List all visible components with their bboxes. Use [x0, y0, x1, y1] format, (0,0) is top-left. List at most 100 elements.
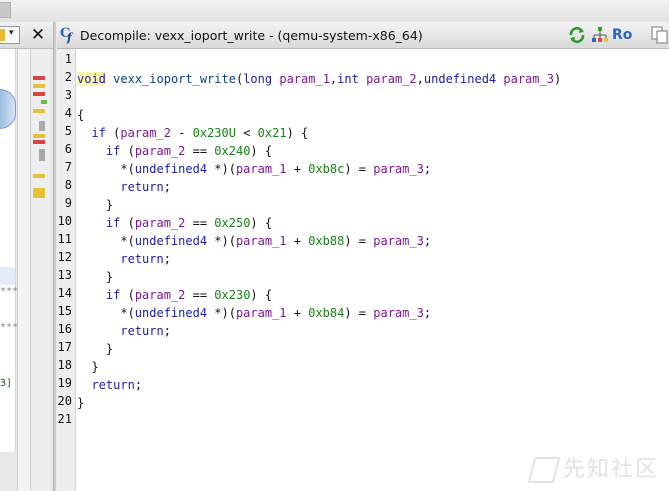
navigation-marker-bar[interactable] — [31, 49, 51, 491]
code-token[interactable]: ; — [164, 324, 171, 338]
marker[interactable] — [33, 140, 45, 144]
code-token[interactable]: param_2 — [120, 126, 171, 140]
code-token[interactable]: + — [287, 234, 309, 248]
code-token[interactable]: ; — [424, 306, 431, 320]
code-token[interactable]: } — [77, 360, 98, 374]
marker[interactable] — [33, 134, 45, 138]
code-token[interactable]: ) = — [344, 162, 373, 176]
code-token[interactable]: ) { — [250, 288, 272, 302]
marker[interactable] — [33, 92, 45, 96]
code-line[interactable]: void vexx_ioport_write(long param_1,int … — [77, 70, 561, 88]
code-token[interactable]: void — [77, 72, 106, 86]
code-token[interactable]: undefined4 — [135, 234, 207, 248]
code-token[interactable]: ( — [120, 144, 135, 158]
code-token[interactable] — [77, 252, 120, 266]
code-token[interactable]: ; — [424, 162, 431, 176]
marker[interactable] — [33, 84, 45, 88]
code-token[interactable]: + — [287, 162, 309, 176]
code-line[interactable]: if (param_2 == 0x240) { — [77, 142, 272, 160]
code-line[interactable]: { — [77, 106, 84, 124]
code-token[interactable]: *( — [77, 306, 134, 320]
code-token[interactable]: { — [77, 108, 84, 122]
code-token[interactable]: return — [120, 324, 163, 338]
code-token[interactable]: 0x21 — [258, 126, 287, 140]
code-line[interactable]: return; — [77, 250, 171, 268]
code-token[interactable]: param_2 — [135, 288, 186, 302]
decompiled-code[interactable]: void vexx_ioport_write(long param_1,int … — [76, 49, 669, 491]
code-token[interactable]: ) = — [344, 234, 373, 248]
code-line[interactable]: return; — [77, 178, 171, 196]
code-token[interactable]: param_3 — [373, 306, 424, 320]
code-token[interactable]: if — [106, 216, 120, 230]
copy-icon[interactable] — [651, 26, 669, 44]
marker[interactable] — [33, 109, 45, 113]
code-token[interactable]: ) { — [287, 126, 309, 140]
close-icon[interactable]: ✕ — [28, 25, 48, 45]
code-token[interactable]: 0xb84 — [308, 306, 344, 320]
code-token[interactable] — [77, 180, 120, 194]
code-token[interactable]: 0x230U — [193, 126, 236, 140]
code-token[interactable]: vexx_ioport_write — [113, 72, 236, 86]
code-line[interactable]: } — [77, 358, 98, 376]
code-line[interactable]: *(undefined4 *)(param_1 + 0xb88) = param… — [77, 232, 431, 250]
code-token[interactable]: 0x230 — [214, 288, 250, 302]
code-token[interactable]: ( — [120, 288, 135, 302]
code-line[interactable]: if (param_2 == 0x230) { — [77, 286, 272, 304]
left-scrollbar[interactable] — [17, 49, 31, 491]
code-token[interactable] — [77, 144, 106, 158]
code-token[interactable]: ; — [135, 378, 142, 392]
code-token[interactable]: } — [77, 270, 113, 284]
code-token[interactable]: == — [185, 144, 214, 158]
code-token[interactable]: ) { — [250, 216, 272, 230]
code-token[interactable]: param_1 — [236, 306, 287, 320]
code-token[interactable] — [77, 216, 106, 230]
code-token[interactable]: ; — [164, 252, 171, 266]
code-token[interactable]: ) = — [344, 306, 373, 320]
code-token[interactable]: *( — [77, 162, 134, 176]
code-token[interactable] — [77, 324, 120, 338]
code-token[interactable]: 0xb88 — [308, 234, 344, 248]
code-token[interactable]: param_3 — [373, 234, 424, 248]
marker[interactable] — [39, 121, 45, 131]
code-token[interactable]: 0x240 — [214, 144, 250, 158]
view-dropdown[interactable]: ▾ — [0, 26, 20, 44]
graph-icon[interactable] — [591, 26, 609, 44]
code-token[interactable]: *)( — [207, 162, 236, 176]
code-token[interactable]: param_2 — [135, 144, 186, 158]
code-token[interactable] — [77, 378, 91, 392]
code-token[interactable]: 0x250 — [214, 216, 250, 230]
code-token[interactable]: - — [171, 126, 193, 140]
code-token[interactable]: param_1 — [236, 234, 287, 248]
code-token[interactable]: param_3 — [373, 162, 424, 176]
code-token[interactable]: ; — [424, 234, 431, 248]
marker[interactable] — [33, 76, 45, 80]
code-line[interactable]: } — [77, 340, 113, 358]
code-token[interactable]: } — [77, 396, 84, 410]
code-token[interactable]: param_1 — [279, 72, 330, 86]
code-token[interactable]: if — [106, 144, 120, 158]
refresh-icon[interactable] — [568, 26, 586, 44]
code-token[interactable] — [77, 126, 91, 140]
code-token[interactable]: param_3 — [503, 72, 554, 86]
code-line[interactable]: if (param_2 == 0x250) { — [77, 214, 272, 232]
code-line[interactable]: *(undefined4 *)(param_1 + 0xb8c) = param… — [77, 160, 431, 178]
marker[interactable] — [39, 149, 45, 161]
code-token[interactable]: undefined4 — [135, 162, 207, 176]
code-token[interactable]: *)( — [207, 306, 236, 320]
code-token[interactable]: if — [91, 126, 105, 140]
code-token[interactable]: < — [236, 126, 258, 140]
marker[interactable] — [33, 174, 45, 178]
code-token[interactable]: == — [185, 216, 214, 230]
code-token[interactable]: 0xb8c — [308, 162, 344, 176]
code-token[interactable]: ( — [106, 126, 120, 140]
code-token[interactable]: long — [243, 72, 272, 86]
code-token[interactable]: undefined4 — [135, 306, 207, 320]
code-token[interactable]: return — [91, 378, 134, 392]
code-token[interactable]: int — [337, 72, 359, 86]
code-token[interactable]: *)( — [207, 234, 236, 248]
code-token[interactable]: } — [77, 342, 113, 356]
code-line[interactable]: } — [77, 268, 113, 286]
code-token[interactable]: ( — [120, 216, 135, 230]
code-token[interactable]: } — [77, 198, 113, 212]
code-token[interactable]: *( — [77, 234, 134, 248]
